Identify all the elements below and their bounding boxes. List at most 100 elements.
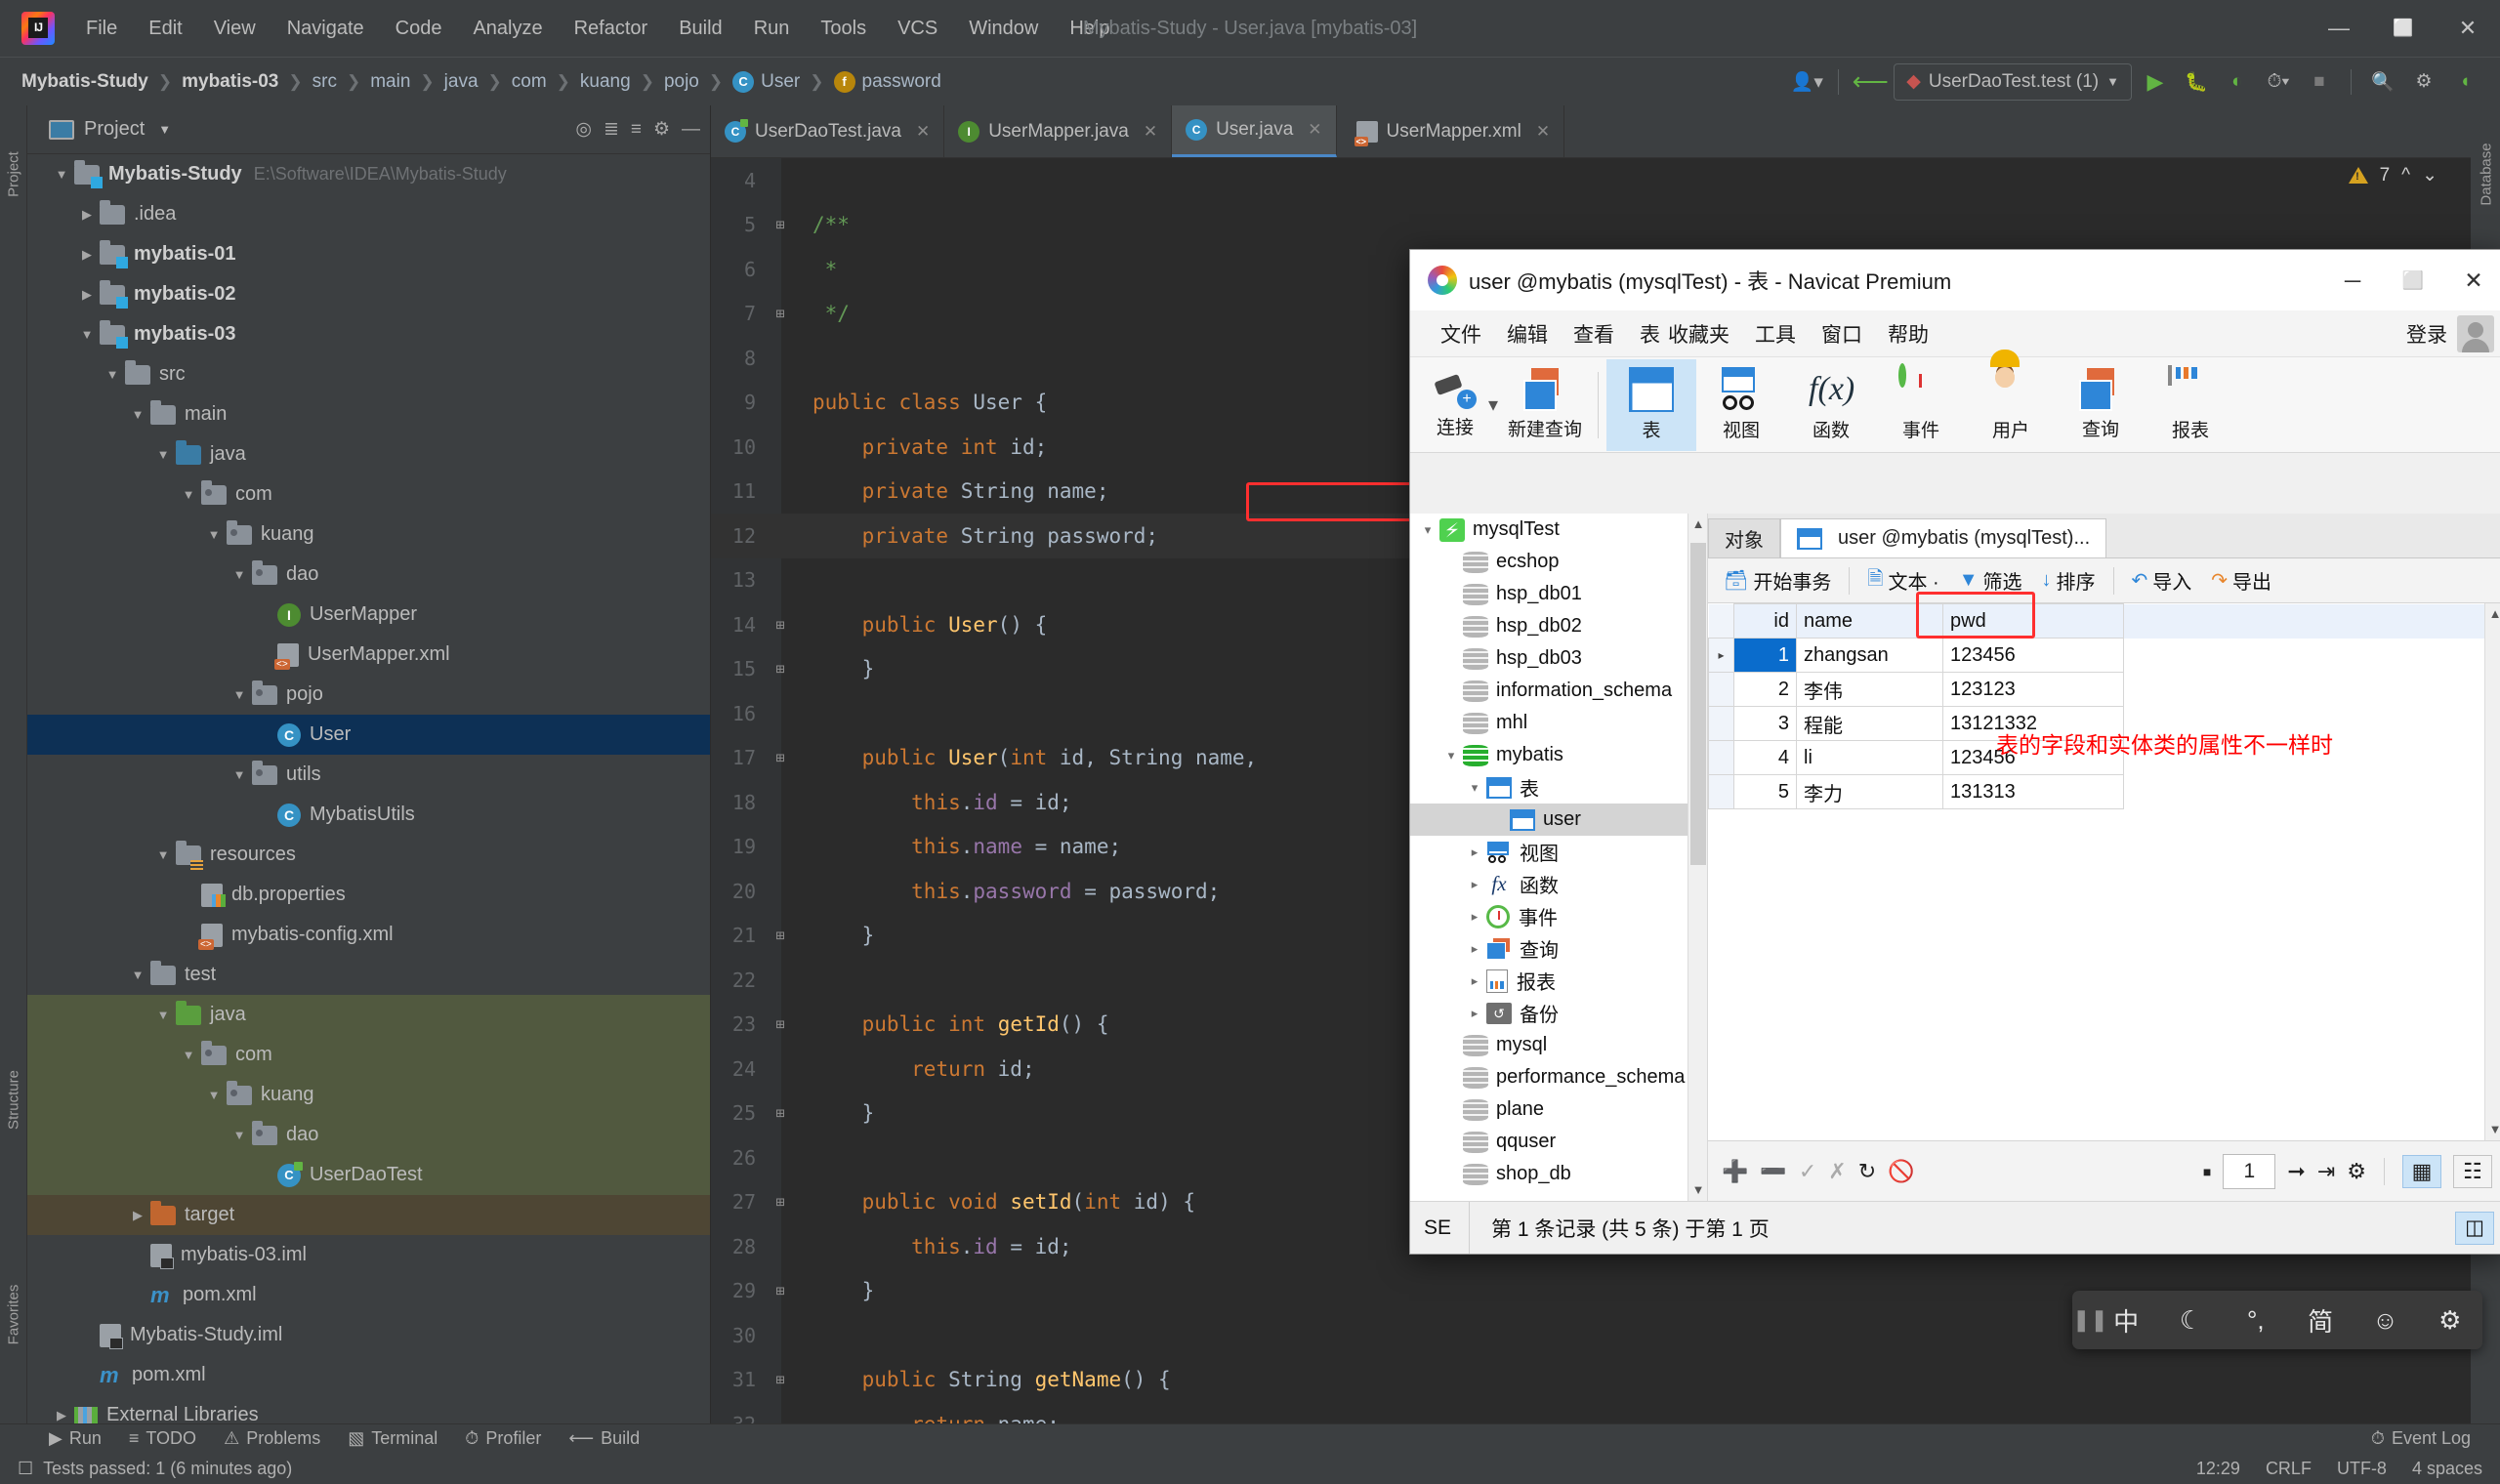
- tool-window-project[interactable]: Project: [6, 136, 22, 214]
- expand-arrow-icon[interactable]: ▼: [227, 1128, 252, 1142]
- ribbon-user[interactable]: 用户: [1966, 359, 2056, 451]
- navicat-menu-help[interactable]: 帮助: [1875, 315, 1941, 352]
- expand-arrow-icon[interactable]: ▸: [1463, 1006, 1486, 1021]
- tab-user-java[interactable]: C User.java ✕: [1172, 105, 1337, 157]
- navicat-tree-item[interactable]: hsp_db01: [1410, 578, 1707, 610]
- breadcrumb-item-module[interactable]: mybatis-03: [182, 71, 278, 93]
- navicat-tree-item[interactable]: ▸ 视图: [1410, 836, 1707, 868]
- expand-arrow-icon[interactable]: ▾: [1463, 780, 1486, 796]
- project-tree-item[interactable]: ▼ dao: [27, 1115, 710, 1155]
- tab-userdaotest-java[interactable]: C UserDaoTest.java ✕: [711, 105, 945, 157]
- project-tree-item[interactable]: m pom.xml: [27, 1275, 710, 1315]
- tool-window-terminal[interactable]: ▧ Terminal: [348, 1428, 438, 1449]
- event-log-button[interactable]: ⏱ Event Log: [2371, 1428, 2471, 1449]
- hide-icon[interactable]: —: [682, 119, 700, 141]
- fold-marker-icon[interactable]: ⊞: [766, 1282, 795, 1299]
- ribbon-table[interactable]: 表: [1606, 358, 1697, 451]
- cell-pwd[interactable]: 123456: [1942, 638, 2124, 673]
- run-coverage-icon[interactable]: ◐: [2220, 64, 2255, 100]
- next-page-icon[interactable]: ➞: [2287, 1159, 2305, 1184]
- table-row[interactable]: 5 李力 131313: [1708, 774, 2484, 809]
- navicat-tab-objects[interactable]: 对象: [1708, 518, 1780, 557]
- profiler-icon[interactable]: ⏱▾: [2261, 64, 2296, 100]
- project-tree-item[interactable]: ▶ mybatis-02: [27, 274, 710, 314]
- close-icon[interactable]: ✕: [1536, 122, 1550, 142]
- navicat-tree-item[interactable]: performance_schema: [1410, 1061, 1707, 1093]
- settings-icon[interactable]: ⚙: [2406, 64, 2441, 100]
- project-tree-item[interactable]: ▼ kuang: [27, 1075, 710, 1115]
- expand-all-icon[interactable]: ≣: [604, 118, 619, 141]
- scroll-up-icon[interactable]: ▲: [2485, 603, 2500, 625]
- delete-record-icon[interactable]: ➖: [1760, 1159, 1786, 1184]
- expand-arrow-icon[interactable]: ▼: [125, 407, 150, 422]
- gear-icon[interactable]: ⚙: [653, 118, 670, 141]
- navicat-menu-edit[interactable]: 编辑: [1494, 315, 1561, 352]
- grid-scrollbar[interactable]: ▲ ▼: [2484, 603, 2500, 1140]
- expand-arrow-icon[interactable]: ▸: [1463, 973, 1486, 989]
- grid-view-icon[interactable]: ▦: [2402, 1154, 2441, 1188]
- tool-window-problems[interactable]: ⚠ Problems: [224, 1428, 320, 1449]
- close-icon[interactable]: ✕: [1144, 122, 1157, 142]
- ribbon-query[interactable]: 查询: [2056, 359, 2146, 451]
- menu-navigate[interactable]: Navigate: [271, 12, 380, 46]
- navicat-tree-item[interactable]: mysql: [1410, 1029, 1707, 1061]
- project-tree-item[interactable]: ▼ java: [27, 434, 710, 474]
- code-line[interactable]: 31 ⊞ public String getName() {: [711, 1358, 2471, 1403]
- search-everywhere-icon[interactable]: 🔍: [2365, 64, 2400, 100]
- fold-marker-icon[interactable]: ⊞: [766, 927, 795, 944]
- navicat-tree-item[interactable]: ▾ mysqlTest: [1410, 514, 1707, 546]
- expand-arrow-icon[interactable]: ▾: [1439, 748, 1463, 763]
- import-button[interactable]: ↶ 导入: [2124, 563, 2200, 598]
- navicat-menu-window[interactable]: 窗口: [1809, 315, 1875, 352]
- fold-marker-icon[interactable]: ⊞: [766, 616, 795, 634]
- expand-arrow-icon[interactable]: ▼: [74, 327, 100, 342]
- stop-icon[interactable]: 🚫: [1888, 1159, 1914, 1184]
- expand-arrow-icon[interactable]: ▾: [1416, 522, 1439, 538]
- cancel-icon[interactable]: ✗: [1828, 1159, 1846, 1184]
- navicat-tree-item[interactable]: ▸ ↺ 备份: [1410, 997, 1707, 1029]
- close-icon[interactable]: ✕: [916, 122, 930, 142]
- expand-arrow-icon[interactable]: ▶: [74, 247, 100, 263]
- project-tree-item[interactable]: C MybatisUtils: [27, 795, 710, 835]
- navicat-tree-item[interactable]: hsp_db02: [1410, 610, 1707, 642]
- navicat-close-button[interactable]: ✕: [2443, 250, 2500, 310]
- cell-id[interactable]: 5: [1733, 774, 1797, 809]
- cell-name[interactable]: 程能: [1796, 706, 1943, 741]
- project-tree-item[interactable]: ▼ dao: [27, 555, 710, 595]
- ime-emoji-icon[interactable]: ☺: [2353, 1305, 2417, 1336]
- ribbon-function[interactable]: f(x) 函数: [1786, 359, 1876, 451]
- menu-window[interactable]: Window: [953, 12, 1054, 46]
- line-separator[interactable]: CRLF: [2266, 1459, 2312, 1479]
- ime-simplified-toggle[interactable]: 简: [2288, 1302, 2353, 1339]
- tool-window-structure[interactable]: Structure: [6, 1061, 22, 1139]
- previous-problem-icon[interactable]: ^: [2401, 165, 2410, 186]
- expand-arrow-icon[interactable]: ▼: [227, 767, 252, 782]
- project-tree-item[interactable]: ▼ test: [27, 955, 710, 995]
- expand-arrow-icon[interactable]: ▼: [150, 847, 176, 862]
- user-settings-icon[interactable]: 👤▾: [1789, 64, 1824, 100]
- expand-arrow-icon[interactable]: ▼: [150, 1008, 176, 1022]
- navicat-menu-table[interactable]: 表: [1627, 315, 1664, 352]
- form-view-icon[interactable]: ☷: [2453, 1154, 2492, 1188]
- menu-run[interactable]: Run: [738, 12, 806, 46]
- inspection-widget[interactable]: 7 ^ ⌄: [2348, 164, 2438, 186]
- expand-arrow-icon[interactable]: ▶: [49, 1408, 74, 1423]
- project-tree-item[interactable]: ▶ target: [27, 1195, 710, 1235]
- fold-marker-icon[interactable]: ⊞: [766, 1104, 795, 1122]
- code-line[interactable]: 32 return name;: [711, 1402, 2471, 1423]
- chevron-down-icon[interactable]: ▾: [1488, 392, 1498, 417]
- menu-vcs[interactable]: VCS: [882, 12, 953, 46]
- menu-view[interactable]: View: [198, 12, 271, 46]
- fold-marker-icon[interactable]: ⊞: [766, 749, 795, 766]
- navicat-tree-item[interactable]: ▸ 查询: [1410, 932, 1707, 965]
- cell-name[interactable]: li: [1796, 740, 1943, 775]
- menu-edit[interactable]: Edit: [133, 12, 197, 46]
- resize-grip-icon[interactable]: ◫: [2455, 1211, 2494, 1245]
- expand-arrow-icon[interactable]: ▸: [1463, 941, 1486, 957]
- menu-code[interactable]: Code: [380, 12, 458, 46]
- refresh-icon[interactable]: ↻: [1858, 1159, 1876, 1184]
- drag-handle-icon[interactable]: ❚❚: [2072, 1307, 2108, 1333]
- navicat-tree-item[interactable]: ▾ mybatis: [1410, 739, 1707, 771]
- navicat-connection-tree[interactable]: ▾ mysqlTest ecshop hsp_db01 hsp_db02 hsp_db03…: [1410, 514, 1708, 1201]
- tree-scrollbar[interactable]: ▲ ▼: [1688, 514, 1707, 1201]
